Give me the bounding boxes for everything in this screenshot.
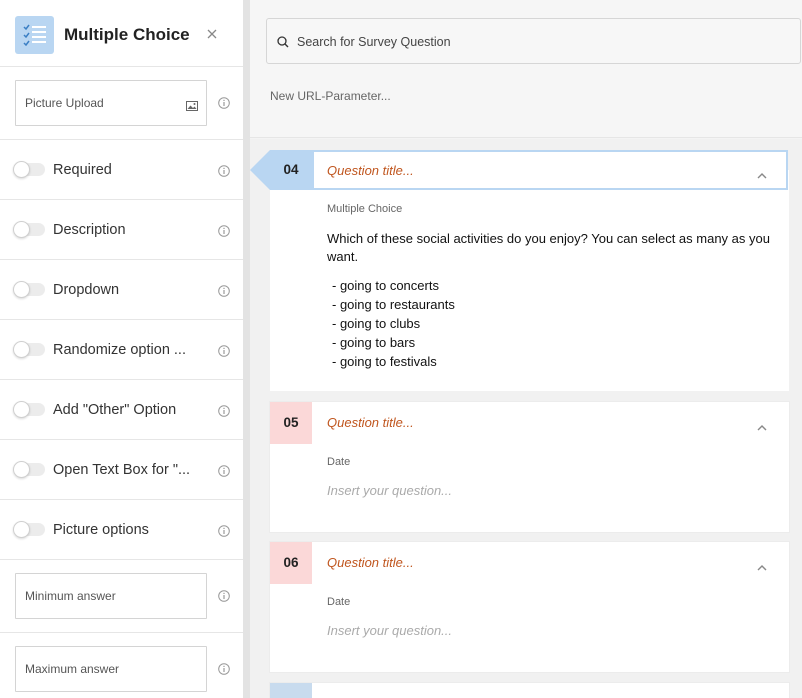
panel-header: Multiple Choice (0, 0, 243, 67)
question-title[interactable]: Question title... (327, 555, 414, 570)
question-text[interactable]: Which of these social activities do you … (327, 230, 782, 266)
required-label: Required (53, 162, 112, 178)
info-icon[interactable] (218, 464, 230, 477)
toggle-row-randomize: Randomize option ... (0, 320, 243, 380)
question-card-06: 06 Question title... Date Insert your qu… (270, 542, 789, 672)
option-item[interactable]: - going to festivals (332, 352, 455, 371)
active-indicator (250, 150, 270, 190)
chevron-up-icon[interactable] (757, 558, 767, 576)
question-title[interactable]: Question title... (327, 415, 414, 430)
panel-title: Multiple Choice (64, 25, 190, 44)
toggle-row-picture-options: Picture options (0, 500, 243, 560)
maximum-answer-label: Maximum answer (25, 662, 120, 676)
required-toggle[interactable] (13, 161, 45, 178)
info-icon[interactable] (218, 662, 230, 675)
editor-toolbar: Search for Survey Question New URL-Param… (250, 0, 802, 138)
question-05-header[interactable]: 05 Question title... (270, 402, 789, 444)
picture-options-toggle[interactable] (13, 521, 45, 538)
chevron-up-icon[interactable] (757, 418, 767, 436)
info-icon[interactable] (218, 589, 230, 602)
randomize-label: Randomize option ... (53, 342, 186, 358)
option-item[interactable]: - going to clubs (332, 314, 455, 333)
settings-panel: Multiple Choice Picture Upload Required (0, 0, 243, 698)
image-icon (186, 98, 198, 116)
question-number: 04 (270, 150, 312, 190)
new-url-parameter-link[interactable]: New URL-Parameter... (270, 89, 391, 103)
randomize-toggle[interactable] (13, 341, 45, 358)
other-option-toggle[interactable] (13, 401, 45, 418)
toggle-row-required: Required (0, 140, 243, 200)
info-icon[interactable] (218, 524, 230, 537)
info-icon[interactable] (218, 96, 230, 109)
question-card-next (270, 683, 789, 698)
picture-upload-label: Picture Upload (25, 96, 104, 110)
dropdown-label: Dropdown (53, 282, 120, 298)
picture-upload-field[interactable]: Picture Upload (15, 80, 207, 126)
question-04-body: Multiple Choice Which of these social ac… (270, 190, 789, 391)
question-04-header[interactable]: 04 Question title... (250, 150, 788, 190)
maximum-answer-row: Maximum answer (0, 633, 243, 698)
question-type: Date (327, 596, 351, 608)
question-list: 04 Question title... Multiple Choice Whi… (250, 139, 802, 698)
open-text-toggle[interactable] (13, 461, 45, 478)
question-06-header[interactable]: 06 Question title... (270, 542, 789, 584)
question-card-05: 05 Question title... Date Insert your qu… (270, 402, 789, 532)
minimum-answer-label: Minimum answer (25, 589, 116, 603)
description-toggle[interactable] (13, 221, 45, 238)
question-title-bar[interactable]: Question title... (312, 150, 788, 190)
maximum-answer-field[interactable]: Maximum answer (15, 646, 207, 692)
other-option-label: Add "Other" Option (53, 402, 177, 418)
close-icon[interactable] (204, 26, 220, 42)
question-placeholder[interactable]: Insert your question... (327, 483, 452, 498)
info-icon[interactable] (218, 404, 230, 417)
info-icon[interactable] (218, 284, 230, 297)
checklist-icon (15, 16, 54, 54)
question-type: Date (327, 456, 351, 468)
question-number: 05 (270, 402, 312, 444)
option-item[interactable]: - going to bars (332, 333, 455, 352)
description-label: Description (53, 222, 126, 238)
search-placeholder: Search for Survey Question (297, 35, 451, 49)
chevron-up-icon[interactable] (757, 166, 767, 184)
question-placeholder[interactable]: Insert your question... (327, 623, 452, 638)
question-type: Multiple Choice (327, 203, 403, 215)
info-icon[interactable] (218, 164, 230, 177)
picture-upload-row: Picture Upload (0, 67, 243, 140)
option-list: - going to concerts - going to restauran… (332, 276, 455, 371)
picture-options-label: Picture options (53, 522, 149, 538)
toggle-row-other-option: Add "Other" Option (0, 380, 243, 440)
search-input[interactable]: Search for Survey Question (266, 18, 801, 64)
dropdown-toggle[interactable] (13, 281, 45, 298)
question-number: 06 (270, 542, 312, 584)
question-number-partial (270, 683, 312, 698)
open-text-label: Open Text Box for "... (53, 462, 191, 478)
question-title[interactable]: Question title... (327, 163, 414, 178)
minimum-answer-field[interactable]: Minimum answer (15, 573, 207, 619)
panel-divider[interactable] (243, 0, 250, 698)
search-icon (277, 36, 289, 48)
toggle-row-open-text: Open Text Box for "... (0, 440, 243, 500)
toggle-row-dropdown: Dropdown (0, 260, 243, 320)
info-icon[interactable] (218, 344, 230, 357)
option-item[interactable]: - going to concerts (332, 276, 455, 295)
info-icon[interactable] (218, 224, 230, 237)
minimum-answer-row: Minimum answer (0, 560, 243, 633)
toggle-row-description: Description (0, 200, 243, 260)
option-item[interactable]: - going to restaurants (332, 295, 455, 314)
